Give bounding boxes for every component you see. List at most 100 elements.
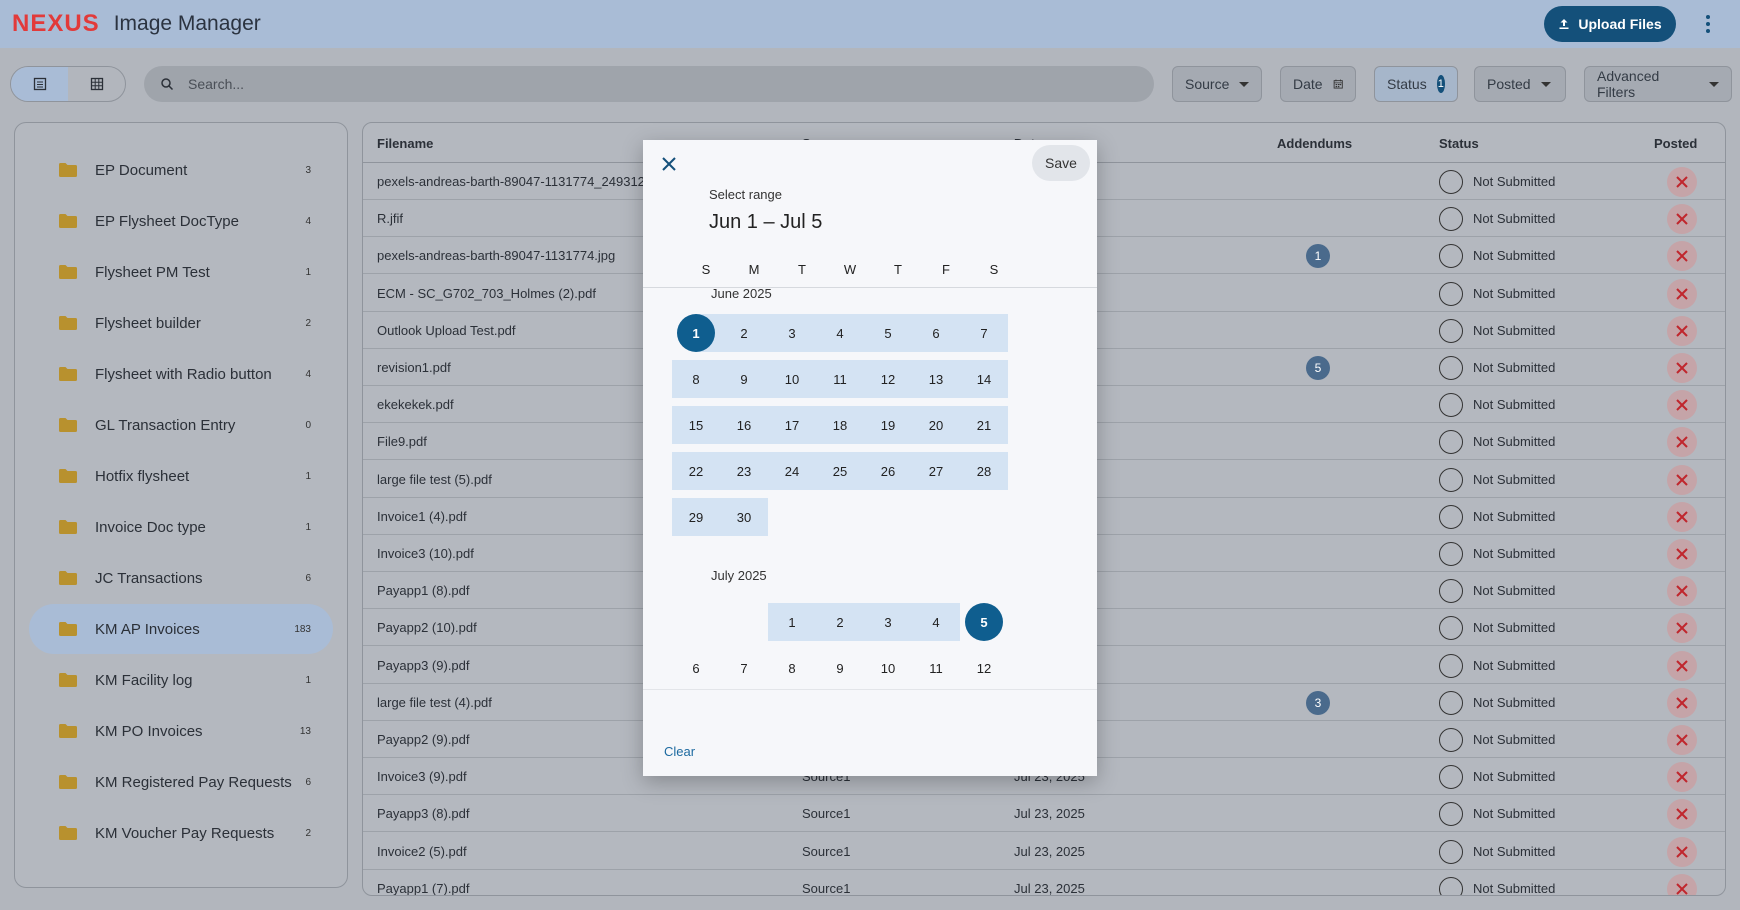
calendar-day[interactable]: 18 — [821, 406, 859, 444]
folder-item[interactable]: GL Transaction Entry 0 — [29, 400, 333, 450]
not-posted-icon[interactable] — [1667, 167, 1697, 197]
not-posted-icon[interactable] — [1667, 501, 1697, 532]
column-header-posted[interactable]: Posted — [1654, 136, 1697, 151]
not-posted-icon[interactable] — [1667, 390, 1697, 421]
folder-item[interactable]: KM Registered Pay Requests 6 — [29, 757, 333, 807]
grid-view-button[interactable] — [68, 67, 125, 101]
calendar-day[interactable]: 6 — [677, 649, 715, 687]
calendar-day-selected[interactable]: 1 — [677, 314, 715, 352]
posted-filter-button[interactable]: Posted — [1474, 66, 1566, 102]
not-posted-icon[interactable] — [1667, 836, 1697, 867]
not-posted-icon[interactable] — [1667, 687, 1697, 718]
calendar-day[interactable]: 4 — [917, 603, 955, 641]
table-row[interactable]: Payapp3 (8).pdf Source1 Jul 23, 2025 Not Su… — [363, 795, 1725, 833]
not-posted-icon[interactable] — [1667, 427, 1697, 458]
upload-files-button[interactable]: Upload Files — [1544, 6, 1676, 42]
addendum-count-badge[interactable]: 1 — [1306, 244, 1330, 269]
calendar-day[interactable]: 8 — [677, 360, 715, 398]
calendar-day[interactable]: 26 — [869, 452, 907, 490]
calendar-day[interactable]: 12 — [965, 649, 1003, 687]
calendar-day[interactable]: 12 — [869, 360, 907, 398]
calendar-day[interactable]: 25 — [821, 452, 859, 490]
calendar-day-selected[interactable]: 5 — [965, 603, 1003, 641]
calendar-day[interactable]: 5 — [869, 314, 907, 352]
table-row[interactable]: Invoice2 (5).pdf Source1 Jul 23, 2025 Not S… — [363, 833, 1725, 870]
table-row[interactable]: Payapp1 (7).pdf Source1 Jul 23, 2025 Not Su… — [363, 870, 1725, 895]
folder-item[interactable]: KM PO Invoices 13 — [29, 706, 333, 756]
calendar-day[interactable]: 2 — [821, 603, 859, 641]
calendar-day[interactable]: 7 — [725, 649, 763, 687]
not-posted-icon[interactable] — [1667, 539, 1697, 569]
folder-item[interactable]: Invoice Doc type 1 — [29, 502, 333, 552]
calendar-day[interactable]: 13 — [917, 360, 955, 398]
calendar-day[interactable]: 30 — [725, 498, 763, 536]
folder-item[interactable]: KM Facility log 1 — [29, 655, 333, 705]
addendum-count-badge[interactable]: 3 — [1306, 690, 1330, 715]
advanced-filters-button[interactable]: Advanced Filters — [1584, 66, 1732, 102]
calendar-day[interactable]: 27 — [917, 452, 955, 490]
column-header-status[interactable]: Status — [1439, 136, 1479, 151]
not-posted-icon[interactable] — [1667, 613, 1697, 644]
folder-item[interactable]: Flysheet PM Test 1 — [29, 247, 333, 297]
calendar-day[interactable]: 1 — [773, 603, 811, 641]
not-posted-icon[interactable] — [1667, 464, 1697, 495]
calendar-day[interactable]: 20 — [917, 406, 955, 444]
not-posted-icon[interactable] — [1667, 799, 1697, 830]
more-vert-icon[interactable] — [1700, 10, 1716, 38]
calendar-day[interactable]: 4 — [821, 314, 859, 352]
calendar-day[interactable]: 21 — [965, 406, 1003, 444]
date-filter-button[interactable]: Date — [1280, 66, 1356, 102]
close-icon[interactable] — [659, 154, 679, 174]
calendar-day[interactable]: 23 — [725, 452, 763, 490]
folder-item-selected[interactable]: KM AP Invoices 183 — [29, 604, 333, 654]
calendar-day[interactable]: 8 — [773, 649, 811, 687]
calendar-day[interactable]: 7 — [965, 314, 1003, 352]
calendar-day[interactable]: 22 — [677, 452, 715, 490]
calendar-day[interactable]: 28 — [965, 452, 1003, 490]
app-logo: NEXUS — [12, 10, 100, 37]
calendar-day[interactable]: 29 — [677, 498, 715, 536]
source-filter-button[interactable]: Source — [1172, 66, 1262, 102]
folder-item[interactable]: Hotfix flysheet 1 — [29, 451, 333, 501]
folder-item[interactable]: EP Flysheet DocType 4 — [29, 196, 333, 246]
list-view-button[interactable] — [11, 67, 68, 101]
calendar-day[interactable]: 19 — [869, 406, 907, 444]
not-posted-icon[interactable] — [1667, 241, 1697, 272]
save-button[interactable]: Save — [1032, 145, 1090, 181]
calendar-day[interactable]: 14 — [965, 360, 1003, 398]
calendar-day[interactable]: 24 — [773, 452, 811, 490]
calendar-day[interactable]: 11 — [821, 360, 859, 398]
calendar-day[interactable]: 15 — [677, 406, 715, 444]
folder-item[interactable]: EP Document 3 — [29, 145, 333, 195]
status-filter-button[interactable]: Status 1 — [1374, 66, 1458, 102]
calendar-day[interactable]: 9 — [725, 360, 763, 398]
column-header-filename[interactable]: Filename — [377, 136, 433, 151]
calendar-day[interactable]: 3 — [869, 603, 907, 641]
calendar-day[interactable]: 16 — [725, 406, 763, 444]
folder-item[interactable]: JC Transactions 6 — [29, 553, 333, 603]
not-posted-icon[interactable] — [1667, 278, 1697, 309]
clear-button[interactable]: Clear — [664, 744, 695, 759]
addendum-count-badge[interactable]: 5 — [1306, 356, 1330, 380]
not-posted-icon[interactable] — [1667, 650, 1697, 681]
not-posted-icon[interactable] — [1667, 762, 1697, 793]
calendar-day[interactable]: 10 — [773, 360, 811, 398]
not-posted-icon[interactable] — [1667, 204, 1697, 235]
calendar-day[interactable]: 3 — [773, 314, 811, 352]
folder-item[interactable]: Flysheet builder 2 — [29, 298, 333, 348]
search-input[interactable] — [188, 76, 1088, 92]
column-header-addendums[interactable]: Addendums — [1277, 136, 1352, 151]
not-posted-icon[interactable] — [1667, 353, 1697, 383]
not-posted-icon[interactable] — [1667, 315, 1697, 346]
not-posted-icon[interactable] — [1667, 725, 1697, 755]
calendar-day[interactable]: 10 — [869, 649, 907, 687]
not-posted-icon[interactable] — [1667, 576, 1697, 607]
calendar-day[interactable]: 17 — [773, 406, 811, 444]
calendar-day[interactable]: 6 — [917, 314, 955, 352]
not-posted-icon[interactable] — [1667, 873, 1697, 895]
folder-item[interactable]: Flysheet with Radio button 4 — [29, 349, 333, 399]
calendar-day[interactable]: 2 — [725, 314, 763, 352]
folder-item[interactable]: KM Voucher Pay Requests 2 — [29, 808, 333, 858]
calendar-day[interactable]: 11 — [917, 649, 955, 687]
calendar-day[interactable]: 9 — [821, 649, 859, 687]
